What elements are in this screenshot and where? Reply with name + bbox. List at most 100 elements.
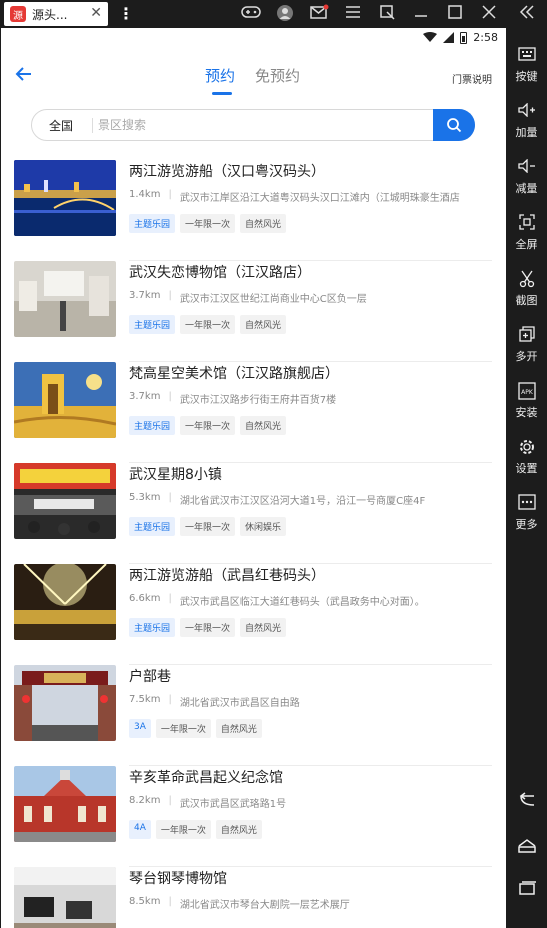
tag-row: 3A 一年限一次 自然风光: [129, 719, 262, 738]
tab-reserve[interactable]: 预约: [205, 65, 235, 86]
tag: 一年限一次: [180, 618, 236, 637]
signal-icon: [443, 32, 455, 43]
tag-row: 主题乐园 一年限一次 休闲娱乐: [129, 517, 287, 536]
list-item[interactable]: 两江游览游船（汉口粤汉码头） 1.4km | 武汉市江岸区沿江大道粤汉码头汉口江滩内…: [1, 160, 506, 261]
fullscreen-icon: [506, 214, 547, 234]
tab-close-icon[interactable]: ✕: [90, 5, 102, 21]
sidebar-item-volume-down[interactable]: 减量: [506, 158, 547, 196]
tag: 休闲娱乐: [240, 517, 287, 536]
attraction-name: 两江游览游船（汉口粤汉码头）: [129, 164, 325, 180]
back-arrow-icon[interactable]: [15, 64, 33, 88]
attraction-photo: [14, 665, 116, 741]
page-header: 预约 免预约 门票说明: [1, 50, 506, 106]
attraction-distance: 3.7km: [129, 391, 161, 402]
attraction-address: 武汉市武昌区临江大道红巷码头（武昌政务中心对面）。: [179, 597, 425, 608]
menu-icon[interactable]: [342, 4, 364, 24]
mail-icon[interactable]: [308, 4, 330, 24]
attraction-photo: [14, 362, 116, 438]
volume-up-icon: [506, 102, 547, 122]
sidebar-item-label: 减量: [515, 182, 538, 195]
tag: 一年限一次: [180, 416, 236, 435]
pin-icon[interactable]: [376, 4, 398, 24]
list-item[interactable]: 两江游览游船（武昌红巷码头） 6.6km | 武汉市武昌区临江大道红巷码头（武昌政务…: [1, 564, 506, 665]
tag-row: 主题乐园 一年限一次 自然风光: [129, 416, 287, 435]
sidebar-item-multi-instance[interactable]: 多开: [506, 326, 547, 364]
sidebar-item-settings[interactable]: 设置: [506, 438, 547, 476]
tag: 自然风光: [215, 820, 262, 839]
tab-no-reserve[interactable]: 免预约: [255, 65, 300, 86]
attraction-name: 两江游览游船（武昌红巷码头）: [129, 568, 325, 584]
attraction-distance: 8.5km: [129, 896, 161, 907]
tag: 自然风光: [240, 214, 287, 233]
tag: 主题乐园: [129, 618, 176, 637]
android-status-bar: 2:58: [1, 28, 506, 50]
collapse-icon[interactable]: [516, 4, 538, 24]
sidebar-item-fullscreen[interactable]: 全屏: [506, 214, 547, 252]
attraction-meta: 3.7km | 武汉市江汉区世纪江尚商业中心C区负一层: [129, 290, 367, 305]
tag: 一年限一次: [180, 517, 236, 536]
sidebar-item-label: 更多: [515, 518, 538, 531]
svg-text:APK: APK: [521, 389, 534, 396]
browser-tab[interactable]: 源 源头... ✕: [4, 2, 108, 26]
sidebar-item-volume-up[interactable]: 加量: [506, 102, 547, 140]
gear-icon: [506, 438, 547, 458]
attraction-list: 两江游览游船（汉口粤汉码头） 1.4km | 武汉市江岸区沿江大道粤汉码头汉口江滩内…: [1, 160, 506, 928]
volume-down-icon: [506, 158, 547, 178]
search-input[interactable]: [98, 116, 418, 134]
attraction-photo: [14, 766, 116, 842]
list-item[interactable]: 辛亥革命武昌起义纪念馆 8.2km | 武汉市武昌区武珞路1号 4A 一年限一次 自…: [1, 766, 506, 867]
emulator-menu-icon[interactable]: ⋮: [118, 4, 134, 23]
region-selector[interactable]: 全国: [49, 117, 73, 134]
avatar-icon[interactable]: [274, 4, 296, 24]
sidebar-item-label: 设置: [515, 462, 538, 475]
list-item[interactable]: 武汉星期8小镇 5.3km | 湖北省武汉市江汉区沿河大道1号，沿江一号商厦C座4F…: [1, 463, 506, 564]
attraction-distance: 8.2km: [129, 795, 161, 806]
attraction-meta: 7.5km | 湖北省武汉市武昌区自由路: [129, 694, 300, 709]
gamepad-icon[interactable]: [240, 4, 262, 24]
recents-nav-icon[interactable]: [506, 880, 547, 900]
attraction-address: 湖北省武汉市琴台大剧院一层艺术展厅: [179, 900, 350, 911]
attraction-name: 武汉失恋博物馆（江汉路店）: [129, 265, 311, 281]
attraction-name: 辛亥革命武昌起义纪念馆: [129, 770, 283, 786]
wifi-icon: [423, 32, 438, 42]
attraction-distance: 3.7km: [129, 290, 161, 301]
tag: 主题乐园: [129, 214, 176, 233]
sidebar-item-screenshot[interactable]: 截图: [506, 270, 547, 308]
attraction-photo: [14, 463, 116, 539]
attraction-address: 武汉市武昌区武珞路1号: [179, 799, 287, 810]
tag-row: 主题乐园 一年限一次 自然风光: [129, 618, 287, 637]
sidebar-item-keys[interactable]: 按键: [506, 46, 547, 84]
tag: 主题乐园: [129, 416, 176, 435]
close-icon[interactable]: [478, 4, 500, 24]
search-button[interactable]: [433, 109, 475, 141]
attraction-distance: 7.5km: [129, 694, 161, 705]
attraction-meta: 1.4km | 武汉市江岸区沿江大道粤汉码头汉口江滩内（江城明珠豪生酒店: [129, 189, 460, 204]
attraction-photo: [14, 261, 116, 337]
list-item[interactable]: 武汉失恋博物馆（江汉路店） 3.7km | 武汉市江汉区世纪江尚商业中心C区负一层 …: [1, 261, 506, 362]
tag: 一年限一次: [180, 214, 236, 233]
minimize-icon[interactable]: [410, 4, 432, 24]
battery-icon: [460, 31, 468, 44]
sidebar-item-more[interactable]: 更多: [506, 494, 547, 532]
sidebar-item-install[interactable]: APK 安装: [506, 382, 547, 420]
list-item[interactable]: 户部巷 7.5km | 湖北省武汉市武昌区自由路 3A 一年限一次 自然风光: [1, 665, 506, 766]
tag: 自然风光: [240, 618, 287, 637]
multi-instance-icon: [506, 326, 547, 346]
back-nav-icon[interactable]: [506, 792, 547, 812]
attraction-name: 梵高星空美术馆（江汉路旗舰店）: [129, 366, 339, 382]
list-item[interactable]: 琴台钢琴博物馆 8.5km | 湖北省武汉市琴台大剧院一层艺术展厅: [1, 867, 506, 928]
attraction-address: 湖北省武汉市江汉区沿河大道1号，沿江一号商厦C座4F: [179, 496, 426, 507]
attraction-meta: 8.5km | 湖北省武汉市琴台大剧院一层艺术展厅: [129, 896, 350, 911]
sidebar-item-label: 按键: [515, 70, 538, 83]
ticket-info-link[interactable]: 门票说明: [452, 71, 492, 86]
attraction-name: 武汉星期8小镇: [129, 467, 222, 483]
tag: 一年限一次: [155, 820, 211, 839]
tag-row: 主题乐园 一年限一次 自然风光: [129, 214, 287, 233]
emulator-sidebar: 按键 加量 减量 全屏 截图 多开 APK 安装 设置 更多: [506, 28, 547, 928]
home-nav-icon[interactable]: [506, 838, 547, 858]
tag: 自然风光: [240, 315, 287, 334]
apk-icon: APK: [506, 382, 547, 402]
tag: 一年限一次: [180, 315, 236, 334]
maximize-icon[interactable]: [444, 4, 466, 24]
list-item[interactable]: 梵高星空美术馆（江汉路旗舰店） 3.7km | 武汉市江汉路步行街王府井百货7楼 主…: [1, 362, 506, 463]
